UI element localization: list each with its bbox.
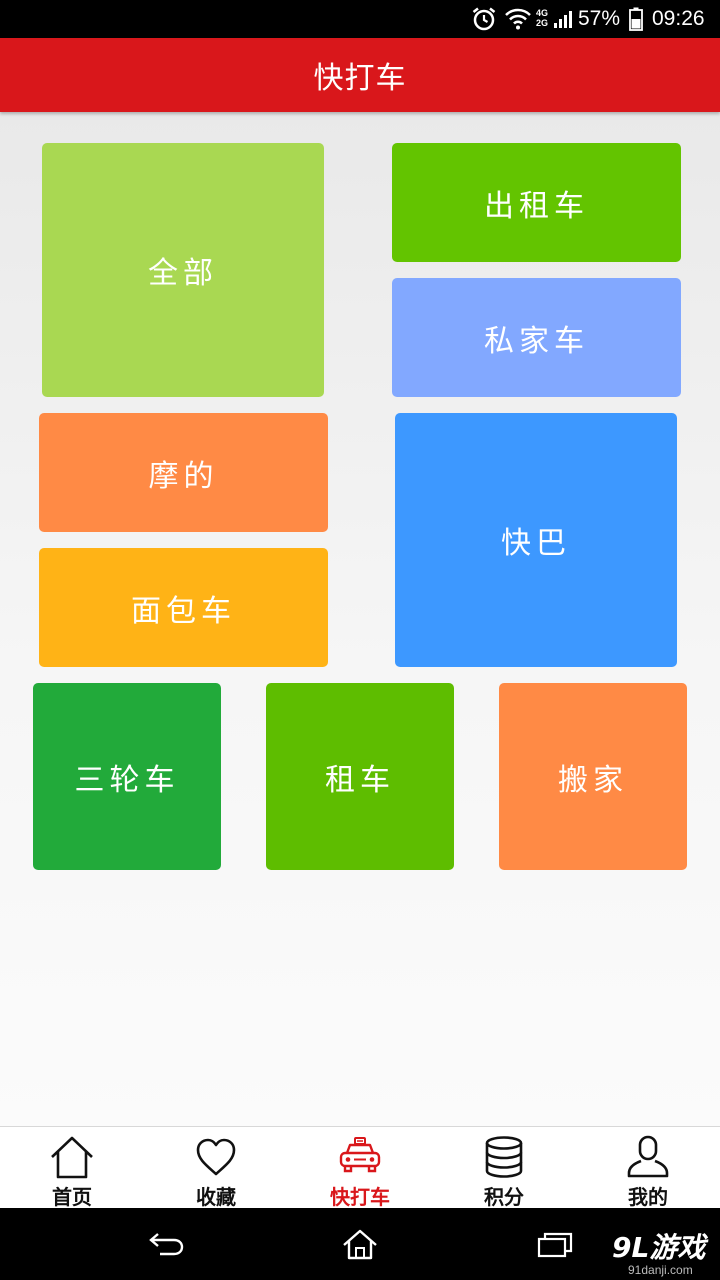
tab-favorites[interactable]: 收藏	[144, 1127, 288, 1209]
title-bar: 快打车	[0, 38, 720, 112]
tab-quick-taxi[interactable]: 快打车	[288, 1127, 432, 1209]
nav-home-icon[interactable]	[336, 1226, 384, 1262]
tile-van[interactable]: 面包车	[39, 548, 328, 667]
signal-icon	[554, 11, 572, 28]
tile-motorbike-taxi-label: 摩的	[148, 458, 219, 494]
tab-quick-taxi-label: 快打车	[330, 1185, 390, 1209]
tile-all-label: 全部	[148, 256, 218, 291]
tile-motorbike-taxi[interactable]: 摩的	[39, 413, 328, 532]
wifi-icon	[505, 8, 531, 30]
tile-car-rental-label: 租车	[325, 762, 395, 798]
network-2g: 2G	[536, 18, 549, 28]
tab-points[interactable]: 积分	[432, 1127, 576, 1209]
alarm-clock-icon	[472, 7, 496, 31]
page-title: 快打车	[313, 61, 407, 96]
clock-time: 09:26	[652, 7, 705, 30]
tile-express-bus[interactable]: 快巴	[395, 413, 677, 667]
tab-profile[interactable]: 我的	[576, 1127, 720, 1209]
tile-taxi-label: 出租车	[484, 188, 589, 224]
tile-private-car[interactable]: 私家车	[392, 278, 681, 397]
heart-icon	[196, 1138, 236, 1176]
tab-points-label: 积分	[484, 1185, 524, 1209]
recents-icon[interactable]	[530, 1226, 578, 1262]
tile-car-rental[interactable]: 租车	[266, 683, 454, 870]
taxi-icon	[339, 1137, 381, 1173]
tile-tricycle-label: 三轮车	[74, 762, 180, 798]
tab-favorites-label: 收藏	[196, 1185, 236, 1209]
tile-taxi[interactable]: 出租车	[392, 143, 681, 262]
tab-home[interactable]: 首页	[0, 1127, 144, 1209]
home-icon	[51, 1136, 93, 1179]
tab-profile-label: 我的	[628, 1185, 668, 1209]
vehicle-category-grid: 全部 出租车 私家车 摩的 快巴 面包车 三轮车 租车 搬家	[0, 112, 720, 1126]
tile-moving[interactable]: 搬家	[499, 683, 687, 870]
tile-private-car-label: 私家车	[484, 323, 589, 359]
tile-express-bus-label: 快巴	[501, 526, 571, 561]
tile-all[interactable]: 全部	[42, 143, 324, 397]
user-icon	[627, 1135, 669, 1178]
battery-icon	[629, 7, 643, 31]
status-bar: 4G 2G 57% 09:26	[0, 0, 720, 38]
tab-home-label: 首页	[52, 1185, 92, 1209]
watermark-logo: 9L游戏	[612, 1231, 706, 1264]
bottom-tab-bar: 首页 收藏 快打车 积分 我的	[0, 1126, 720, 1209]
watermark-url: 91danji.com	[628, 1263, 693, 1277]
network-type: 4G 2G	[536, 8, 548, 28]
network-4g: 4G	[536, 8, 549, 18]
back-icon[interactable]	[142, 1226, 190, 1262]
tile-van-label: 面包车	[131, 593, 236, 629]
battery-percent: 57%	[578, 7, 621, 30]
database-icon	[485, 1136, 523, 1178]
tile-tricycle[interactable]: 三轮车	[33, 683, 221, 870]
tile-moving-label: 搬家	[558, 762, 628, 798]
